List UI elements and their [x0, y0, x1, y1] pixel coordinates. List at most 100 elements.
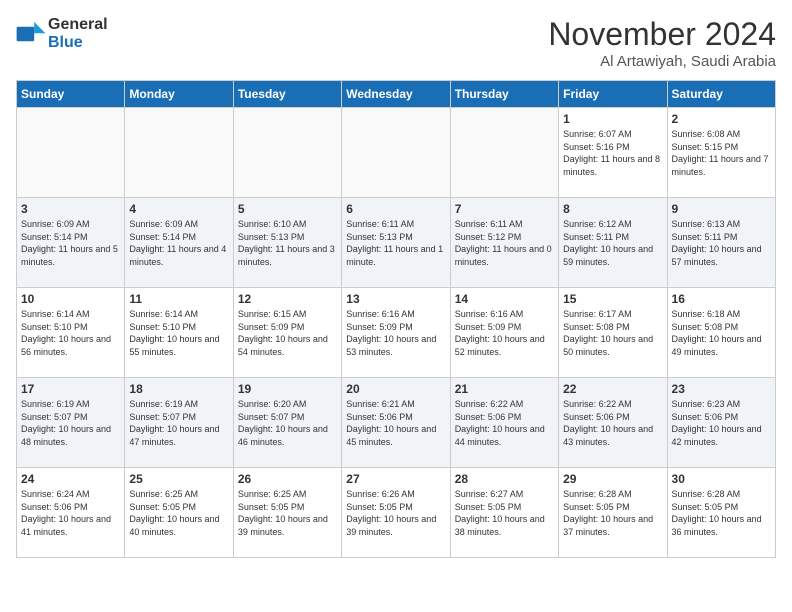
- calendar-week-row: 1 Sunrise: 6:07 AMSunset: 5:16 PMDaylight…: [17, 108, 776, 198]
- calendar-cell: [342, 108, 450, 198]
- day-info: Sunrise: 6:14 AMSunset: 5:10 PMDaylight:…: [129, 308, 228, 358]
- day-info: Sunrise: 6:18 AMSunset: 5:08 PMDaylight:…: [672, 308, 771, 358]
- day-number: 24: [21, 472, 120, 486]
- day-number: 8: [563, 202, 662, 216]
- day-number: 13: [346, 292, 445, 306]
- calendar-cell: 24 Sunrise: 6:24 AMSunset: 5:06 PMDayligh…: [17, 468, 125, 558]
- weekday-header: Sunday: [17, 81, 125, 108]
- day-info: Sunrise: 6:16 AMSunset: 5:09 PMDaylight:…: [455, 308, 554, 358]
- day-number: 26: [238, 472, 337, 486]
- day-number: 17: [21, 382, 120, 396]
- day-info: Sunrise: 6:21 AMSunset: 5:06 PMDaylight:…: [346, 398, 445, 448]
- day-number: 29: [563, 472, 662, 486]
- calendar-cell: 14 Sunrise: 6:16 AMSunset: 5:09 PMDayligh…: [450, 288, 558, 378]
- day-number: 27: [346, 472, 445, 486]
- day-info: Sunrise: 6:11 AMSunset: 5:12 PMDaylight:…: [455, 218, 554, 268]
- day-number: 23: [672, 382, 771, 396]
- calendar-week-row: 10 Sunrise: 6:14 AMSunset: 5:10 PMDayligh…: [17, 288, 776, 378]
- day-info: Sunrise: 6:17 AMSunset: 5:08 PMDaylight:…: [563, 308, 662, 358]
- day-info: Sunrise: 6:27 AMSunset: 5:05 PMDaylight:…: [455, 488, 554, 538]
- calendar-cell: 1 Sunrise: 6:07 AMSunset: 5:16 PMDaylight…: [559, 108, 667, 198]
- calendar-table: SundayMondayTuesdayWednesdayThursdayFrid…: [16, 80, 776, 558]
- day-info: Sunrise: 6:13 AMSunset: 5:11 PMDaylight:…: [672, 218, 771, 268]
- calendar-cell: 23 Sunrise: 6:23 AMSunset: 5:06 PMDayligh…: [667, 378, 775, 468]
- day-info: Sunrise: 6:15 AMSunset: 5:09 PMDaylight:…: [238, 308, 337, 358]
- calendar-cell: 9 Sunrise: 6:13 AMSunset: 5:11 PMDaylight…: [667, 198, 775, 288]
- day-number: 16: [672, 292, 771, 306]
- location: Al Artawiyah, Saudi Arabia: [548, 53, 776, 70]
- calendar-cell: [233, 108, 341, 198]
- calendar-cell: 11 Sunrise: 6:14 AMSunset: 5:10 PMDayligh…: [125, 288, 233, 378]
- calendar-cell: 29 Sunrise: 6:28 AMSunset: 5:05 PMDayligh…: [559, 468, 667, 558]
- day-info: Sunrise: 6:10 AMSunset: 5:13 PMDaylight:…: [238, 218, 337, 268]
- weekday-header-row: SundayMondayTuesdayWednesdayThursdayFrid…: [17, 81, 776, 108]
- day-number: 15: [563, 292, 662, 306]
- day-number: 30: [672, 472, 771, 486]
- day-info: Sunrise: 6:08 AMSunset: 5:15 PMDaylight:…: [672, 128, 771, 178]
- day-info: Sunrise: 6:23 AMSunset: 5:06 PMDaylight:…: [672, 398, 771, 448]
- calendar-cell: 20Sunrise: 6:21 AMSunset: 5:06 PMDayligh…: [342, 378, 450, 468]
- day-number: 7: [455, 202, 554, 216]
- day-info: Sunrise: 6:09 AMSunset: 5:14 PMDaylight:…: [21, 218, 120, 268]
- day-info: Sunrise: 6:14 AMSunset: 5:10 PMDaylight:…: [21, 308, 120, 358]
- calendar-cell: 5 Sunrise: 6:10 AMSunset: 5:13 PMDaylight…: [233, 198, 341, 288]
- weekday-header: Thursday: [450, 81, 558, 108]
- day-info: Sunrise: 6:19 AMSunset: 5:07 PMDaylight:…: [21, 398, 120, 448]
- day-info: Sunrise: 6:28 AMSunset: 5:05 PMDaylight:…: [672, 488, 771, 538]
- calendar-cell: [450, 108, 558, 198]
- day-number: 22: [563, 382, 662, 396]
- day-info: Sunrise: 6:20 AMSunset: 5:07 PMDaylight:…: [238, 398, 337, 448]
- day-number: 1: [563, 112, 662, 126]
- calendar-cell: 10 Sunrise: 6:14 AMSunset: 5:10 PMDayligh…: [17, 288, 125, 378]
- day-info: Sunrise: 6:25 AMSunset: 5:05 PMDaylight:…: [129, 488, 228, 538]
- day-number: 10: [21, 292, 120, 306]
- calendar-cell: 26 Sunrise: 6:25 AMSunset: 5:05 PMDayligh…: [233, 468, 341, 558]
- day-number: 21: [455, 382, 554, 396]
- day-number: 5: [238, 202, 337, 216]
- day-info: Sunrise: 6:22 AMSunset: 5:06 PMDaylight:…: [455, 398, 554, 448]
- day-number: 2: [672, 112, 771, 126]
- day-number: 3: [21, 202, 120, 216]
- day-info: Sunrise: 6:12 AMSunset: 5:11 PMDaylight:…: [563, 218, 662, 268]
- month-title: November 2024: [548, 16, 776, 53]
- calendar-cell: 2 Sunrise: 6:08 AMSunset: 5:15 PMDaylight…: [667, 108, 775, 198]
- weekday-header: Monday: [125, 81, 233, 108]
- logo: General Blue: [16, 16, 108, 51]
- day-number: 25: [129, 472, 228, 486]
- day-number: 9: [672, 202, 771, 216]
- calendar-cell: [125, 108, 233, 198]
- day-number: 6: [346, 202, 445, 216]
- weekday-header: Tuesday: [233, 81, 341, 108]
- day-number: 18: [129, 382, 228, 396]
- title-section: November 2024 Al Artawiyah, Saudi Arabia: [548, 16, 776, 70]
- calendar-week-row: 24 Sunrise: 6:24 AMSunset: 5:06 PMDayligh…: [17, 468, 776, 558]
- calendar-cell: 7 Sunrise: 6:11 AMSunset: 5:12 PMDaylight…: [450, 198, 558, 288]
- calendar-cell: 12Sunrise: 6:15 AMSunset: 5:09 PMDayligh…: [233, 288, 341, 378]
- calendar-cell: 13Sunrise: 6:16 AMSunset: 5:09 PMDayligh…: [342, 288, 450, 378]
- day-info: Sunrise: 6:25 AMSunset: 5:05 PMDaylight:…: [238, 488, 337, 538]
- calendar-cell: 30 Sunrise: 6:28 AMSunset: 5:05 PMDayligh…: [667, 468, 775, 558]
- day-info: Sunrise: 6:19 AMSunset: 5:07 PMDaylight:…: [129, 398, 228, 448]
- day-info: Sunrise: 6:26 AMSunset: 5:05 PMDaylight:…: [346, 488, 445, 538]
- day-number: 4: [129, 202, 228, 216]
- calendar-cell: 21 Sunrise: 6:22 AMSunset: 5:06 PMDayligh…: [450, 378, 558, 468]
- day-info: Sunrise: 6:24 AMSunset: 5:06 PMDaylight:…: [21, 488, 120, 538]
- calendar-cell: 8 Sunrise: 6:12 AMSunset: 5:11 PMDaylight…: [559, 198, 667, 288]
- calendar-cell: 18 Sunrise: 6:19 AMSunset: 5:07 PMDayligh…: [125, 378, 233, 468]
- calendar-cell: [17, 108, 125, 198]
- day-info: Sunrise: 6:07 AMSunset: 5:16 PMDaylight:…: [563, 128, 662, 178]
- day-info: Sunrise: 6:22 AMSunset: 5:06 PMDaylight:…: [563, 398, 662, 448]
- day-info: Sunrise: 6:09 AMSunset: 5:14 PMDaylight:…: [129, 218, 228, 268]
- logo-text: General Blue: [48, 16, 108, 51]
- calendar-week-row: 3 Sunrise: 6:09 AMSunset: 5:14 PMDaylight…: [17, 198, 776, 288]
- day-number: 11: [129, 292, 228, 306]
- day-number: 14: [455, 292, 554, 306]
- day-number: 19: [238, 382, 337, 396]
- day-info: Sunrise: 6:28 AMSunset: 5:05 PMDaylight:…: [563, 488, 662, 538]
- calendar-cell: 17 Sunrise: 6:19 AMSunset: 5:07 PMDayligh…: [17, 378, 125, 468]
- weekday-header: Wednesday: [342, 81, 450, 108]
- day-number: 28: [455, 472, 554, 486]
- calendar-week-row: 17 Sunrise: 6:19 AMSunset: 5:07 PMDayligh…: [17, 378, 776, 468]
- weekday-header: Friday: [559, 81, 667, 108]
- calendar-cell: 6Sunrise: 6:11 AMSunset: 5:13 PMDaylight…: [342, 198, 450, 288]
